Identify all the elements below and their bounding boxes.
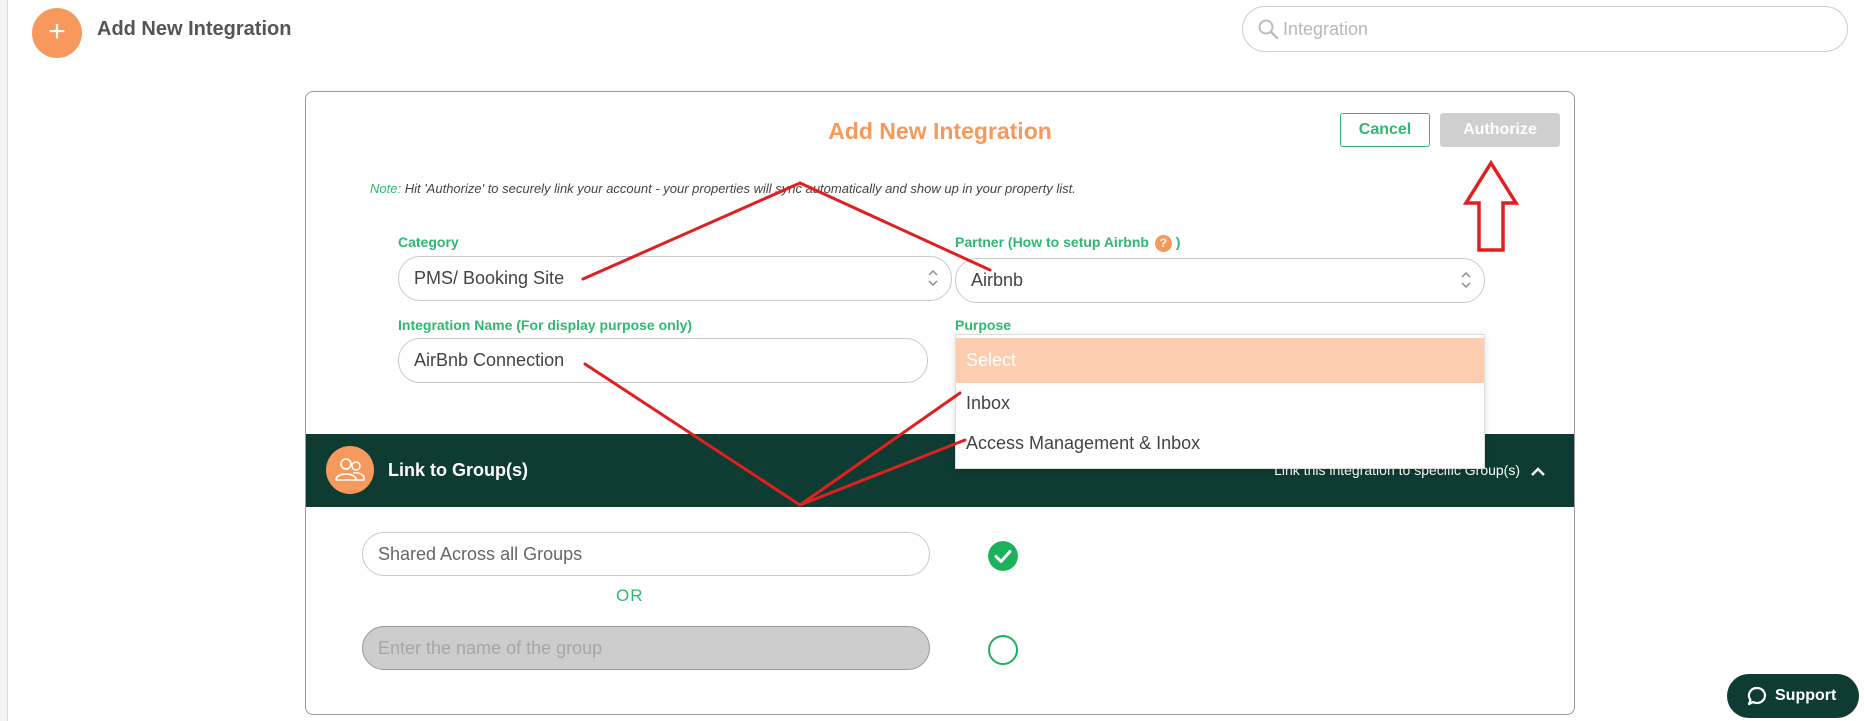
purpose-option-inbox[interactable]: Inbox [956, 383, 1484, 423]
purpose-label: Purpose [955, 317, 1012, 333]
partner-label-close: ) [1175, 234, 1181, 250]
integration-name-field[interactable]: AirBnb Connection [398, 338, 928, 383]
plus-icon[interactable]: + [32, 8, 82, 58]
support-button[interactable]: Support [1727, 674, 1859, 718]
search-input[interactable] [1283, 17, 1823, 41]
or-separator: OR [616, 586, 644, 605]
category-label: Category [398, 234, 459, 250]
page-title: Add New Integration [97, 18, 292, 40]
radio-unselected-icon[interactable] [988, 635, 1018, 665]
integration-name-value: AirBnb Connection [414, 350, 565, 370]
help-icon[interactable]: ? [1154, 234, 1172, 252]
category-select[interactable]: PMS/ Booking Site [398, 256, 952, 301]
link-groups-title: Link to Group(s) [388, 460, 528, 480]
cancel-button[interactable]: Cancel [1340, 113, 1430, 147]
shared-groups-option[interactable]: Shared Across all Groups [362, 532, 930, 576]
chevron-up-icon[interactable] [1530, 464, 1546, 480]
purpose-option-select[interactable]: Select [956, 338, 1484, 383]
chat-bubble-icon [1747, 686, 1767, 706]
partner-label-text: Partner (How to setup Airbnb [955, 234, 1149, 250]
support-label: Support [1775, 687, 1837, 704]
search-icon [1258, 19, 1279, 40]
group-name-input[interactable] [362, 626, 930, 670]
partner-select[interactable]: Airbnb [955, 258, 1485, 303]
note-label: Note: [370, 181, 402, 196]
note-body: Hit 'Authorize' to securely link your ac… [404, 181, 1076, 196]
purpose-option-access-management[interactable]: Access Management & Inbox [956, 423, 1484, 463]
partner-value: Airbnb [971, 270, 1024, 290]
purpose-dropdown: Select Inbox Access Management & Inbox [955, 334, 1485, 469]
integration-name-label: Integration Name (For display purpose on… [398, 317, 693, 333]
add-integration-dialog: Add New Integration Cancel Authorize Not… [305, 91, 1575, 715]
integration-search[interactable] [1242, 6, 1848, 52]
category-value: PMS/ Booking Site [414, 268, 565, 288]
check-circle-icon[interactable] [988, 541, 1018, 571]
note-text: Note: Hit 'Authorize' to securely link y… [370, 181, 1076, 196]
authorize-button[interactable]: Authorize [1440, 113, 1560, 147]
users-icon [326, 446, 374, 494]
select-arrows-icon [1461, 272, 1471, 288]
partner-label: Partner (How to setup Airbnb ? ) [955, 234, 1180, 252]
left-border [0, 0, 8, 721]
select-arrows-icon [928, 270, 938, 286]
